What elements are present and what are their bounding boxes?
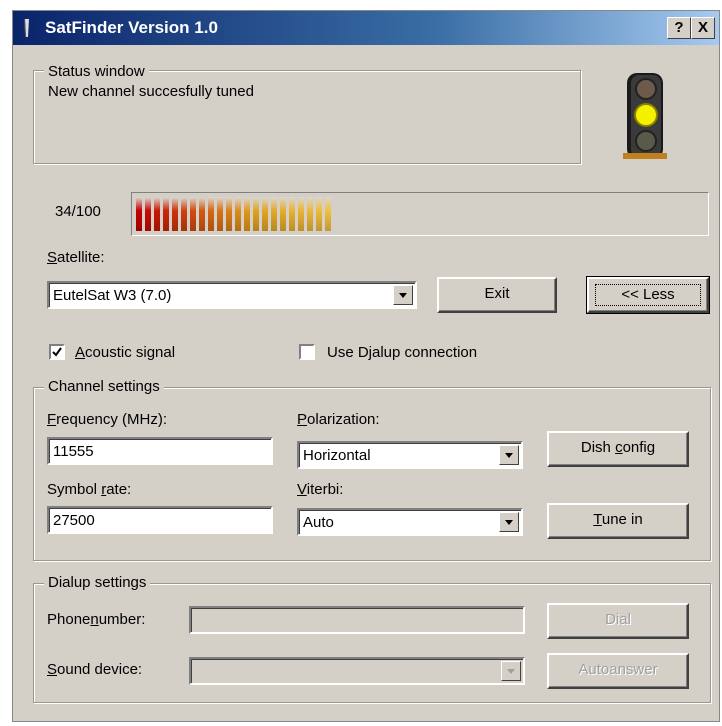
satellite-dropdown-arrow-icon[interactable] bbox=[393, 285, 413, 305]
traffic-light-icon bbox=[623, 73, 667, 159]
polarization-dropdown-arrow-icon[interactable] bbox=[499, 445, 519, 465]
signal-segment bbox=[217, 197, 223, 231]
signal-segment bbox=[280, 197, 286, 231]
signal-segment bbox=[226, 197, 232, 231]
channel-settings-label: Channel settings bbox=[44, 378, 164, 395]
status-message: New channel succesfully tuned bbox=[48, 83, 254, 100]
acoustic-signal-checkbox[interactable] bbox=[49, 344, 65, 360]
close-button[interactable]: X bbox=[691, 17, 715, 39]
status-window-label: Status window bbox=[44, 63, 149, 80]
less-button-label: << Less bbox=[595, 284, 701, 306]
app-icon bbox=[24, 19, 29, 37]
exit-button[interactable]: Exit bbox=[437, 277, 557, 313]
satellite-label: Satellite: bbox=[47, 249, 105, 266]
use-dialup-label: Use Djalup connection bbox=[327, 344, 478, 361]
frequency-label: Frequency (MHz): bbox=[47, 411, 168, 428]
symbol-rate-input[interactable]: 27500 bbox=[47, 506, 273, 534]
satellite-selected-value: EutelSat W3 (7.0) bbox=[53, 287, 172, 304]
checkmark-icon bbox=[52, 347, 62, 357]
signal-segment bbox=[325, 197, 331, 231]
signal-segment bbox=[136, 197, 142, 231]
satfinder-window: SatFinder Version 1.0 ? X Status window … bbox=[12, 10, 720, 722]
use-dialup-checkbox[interactable] bbox=[299, 344, 315, 360]
phonenumber-input[interactable] bbox=[189, 606, 525, 634]
symbol-rate-label: Symbol rate: bbox=[47, 481, 132, 498]
less-button[interactable]: << Less bbox=[586, 276, 710, 314]
signal-segment bbox=[163, 197, 169, 231]
phonenumber-label: Phonenumber: bbox=[47, 611, 146, 628]
polarization-label: Polarization: bbox=[297, 411, 380, 428]
sound-device-select[interactable] bbox=[189, 657, 525, 685]
acoustic-signal-label: Acoustic signal bbox=[75, 344, 176, 361]
signal-strength-fill bbox=[136, 197, 331, 231]
tune-in-button[interactable]: Tune in bbox=[547, 503, 689, 539]
autoanswer-button[interactable]: Autoanswer bbox=[547, 653, 689, 689]
signal-segment bbox=[145, 197, 151, 231]
status-window-group: Status window New channel succesfully tu… bbox=[33, 63, 581, 164]
signal-segment bbox=[298, 197, 304, 231]
signal-segment bbox=[253, 197, 259, 231]
signal-segment bbox=[271, 197, 277, 231]
signal-segment bbox=[289, 197, 295, 231]
polarization-value: Horizontal bbox=[303, 447, 371, 464]
signal-segment bbox=[307, 197, 313, 231]
signal-segment bbox=[190, 197, 196, 231]
signal-segment bbox=[208, 197, 214, 231]
viterbi-dropdown-arrow-icon[interactable] bbox=[499, 512, 519, 532]
title-bar[interactable]: SatFinder Version 1.0 ? X bbox=[13, 11, 719, 45]
signal-strength-bar bbox=[131, 192, 709, 236]
help-button[interactable]: ? bbox=[667, 17, 691, 39]
signal-segment bbox=[181, 197, 187, 231]
signal-segment bbox=[172, 197, 178, 231]
sound-device-label: Sound device: bbox=[47, 661, 143, 678]
window-title: SatFinder Version 1.0 bbox=[45, 18, 218, 37]
viterbi-value: Auto bbox=[303, 514, 334, 531]
viterbi-label: Viterbi: bbox=[297, 481, 344, 498]
signal-segment bbox=[262, 197, 268, 231]
dish-config-button[interactable]: Dish config bbox=[547, 431, 689, 467]
dialup-settings-label: Dialup settings bbox=[44, 574, 151, 591]
signal-strength-label: 34/100 bbox=[55, 203, 101, 220]
signal-segment bbox=[235, 197, 241, 231]
signal-segment bbox=[154, 197, 160, 231]
polarization-select[interactable]: Horizontal bbox=[297, 441, 523, 469]
frequency-input[interactable]: 11555 bbox=[47, 437, 273, 465]
sound-device-dropdown-arrow-icon[interactable] bbox=[501, 661, 521, 681]
signal-segment bbox=[316, 197, 322, 231]
viterbi-select[interactable]: Auto bbox=[297, 508, 523, 536]
signal-segment bbox=[244, 197, 250, 231]
satellite-select[interactable]: EutelSat W3 (7.0) bbox=[47, 281, 417, 309]
dial-button[interactable]: Dial bbox=[547, 603, 689, 639]
signal-segment bbox=[199, 197, 205, 231]
